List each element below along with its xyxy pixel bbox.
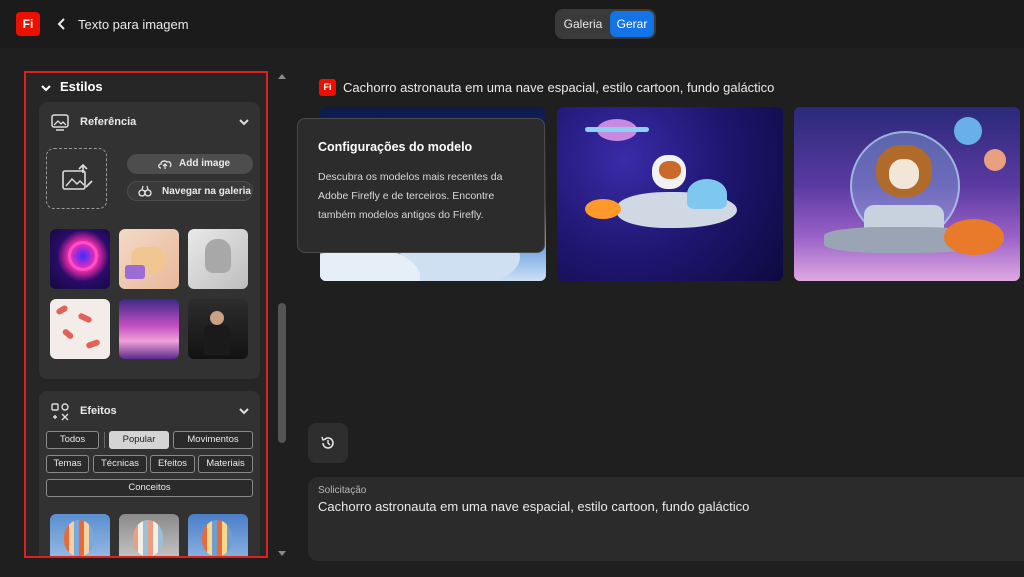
back-arrow-icon[interactable] [55,15,69,33]
add-image-label: Add image [179,158,231,169]
browse-gallery-label: Navegar na galeria [162,186,251,197]
chevron-down-icon[interactable] [238,116,250,128]
add-image-button[interactable]: Add image [127,154,253,174]
effects-card: Efeitos Todos Popular Movimentos Temas T… [39,391,260,556]
reference-image-icon [51,114,69,131]
history-icon [321,436,334,449]
effects-title: Efeitos [80,405,117,417]
filter-movimentos[interactable]: Movimentos [173,431,253,449]
effect-thumbnail[interactable] [50,514,110,556]
filter-temas[interactable]: Temas [46,455,89,473]
panel-scrollbar[interactable] [276,71,288,561]
chevron-down-icon [41,85,51,92]
tooltip-body: Descubra os modelos mais recentes da Ado… [318,171,503,221]
effect-thumbnail[interactable] [188,514,248,556]
history-button[interactable] [308,423,348,463]
firefly-badge-icon: Fi [319,79,336,96]
page-title: Texto para imagem [78,17,189,32]
style-thumbnail[interactable] [50,299,110,359]
generated-image[interactable] [794,107,1020,281]
styles-panel: Estilos Referência Add image Navegar na … [26,73,266,556]
reference-title: Referência [80,116,137,128]
divider [104,432,105,448]
tab-generate[interactable]: Gerar [610,11,654,37]
cloud-upload-icon [158,160,172,169]
reference-card: Referência Add image Navegar na galeria [39,102,260,379]
binoculars-icon [138,185,152,197]
upload-image-icon [62,163,93,190]
filter-materiais[interactable]: Materiais [198,455,253,473]
scroll-down-icon[interactable] [276,549,288,559]
filter-todos[interactable]: Todos [46,431,99,449]
chevron-down-icon[interactable] [238,405,250,417]
model-settings-tooltip: Configurações do modelo Descubra os mode… [297,118,545,253]
filter-tecnicas[interactable]: Técnicas [93,455,147,473]
mode-switch: Galeria Gerar [555,9,656,39]
request-box[interactable]: Solicitação Cachorro astronauta em uma n… [308,477,1024,561]
top-bar: Fi Texto para imagem Galeria Gerar [0,0,1024,48]
prompt-heading-text: Cachorro astronauta em uma nave espacial… [343,80,775,95]
filter-efeitos[interactable]: Efeitos [150,455,195,473]
scrollbar-thumb[interactable] [278,303,286,443]
generated-image[interactable] [557,107,783,281]
style-thumbnail[interactable] [50,229,110,289]
style-thumbnail[interactable] [188,229,248,289]
filter-popular[interactable]: Popular [109,431,169,449]
effects-grid-icon [51,403,69,421]
reference-dropzone[interactable] [46,148,107,209]
request-input[interactable]: Cachorro astronauta em uma nave espacial… [318,499,749,514]
tooltip-title: Configurações do modelo [318,140,473,154]
firefly-logo[interactable]: Fi [16,12,40,36]
browse-gallery-button[interactable]: Navegar na galeria [127,181,253,201]
scroll-up-icon[interactable] [276,71,288,81]
styles-title: Estilos [60,79,103,94]
request-label: Solicitação [318,485,367,496]
style-thumbnail[interactable] [119,299,179,359]
effect-thumbnail[interactable] [119,514,179,556]
style-thumbnail[interactable] [188,299,248,359]
filter-conceitos[interactable]: Conceitos [46,479,253,497]
style-thumbnail[interactable] [119,229,179,289]
tab-gallery[interactable]: Galeria [557,11,609,37]
